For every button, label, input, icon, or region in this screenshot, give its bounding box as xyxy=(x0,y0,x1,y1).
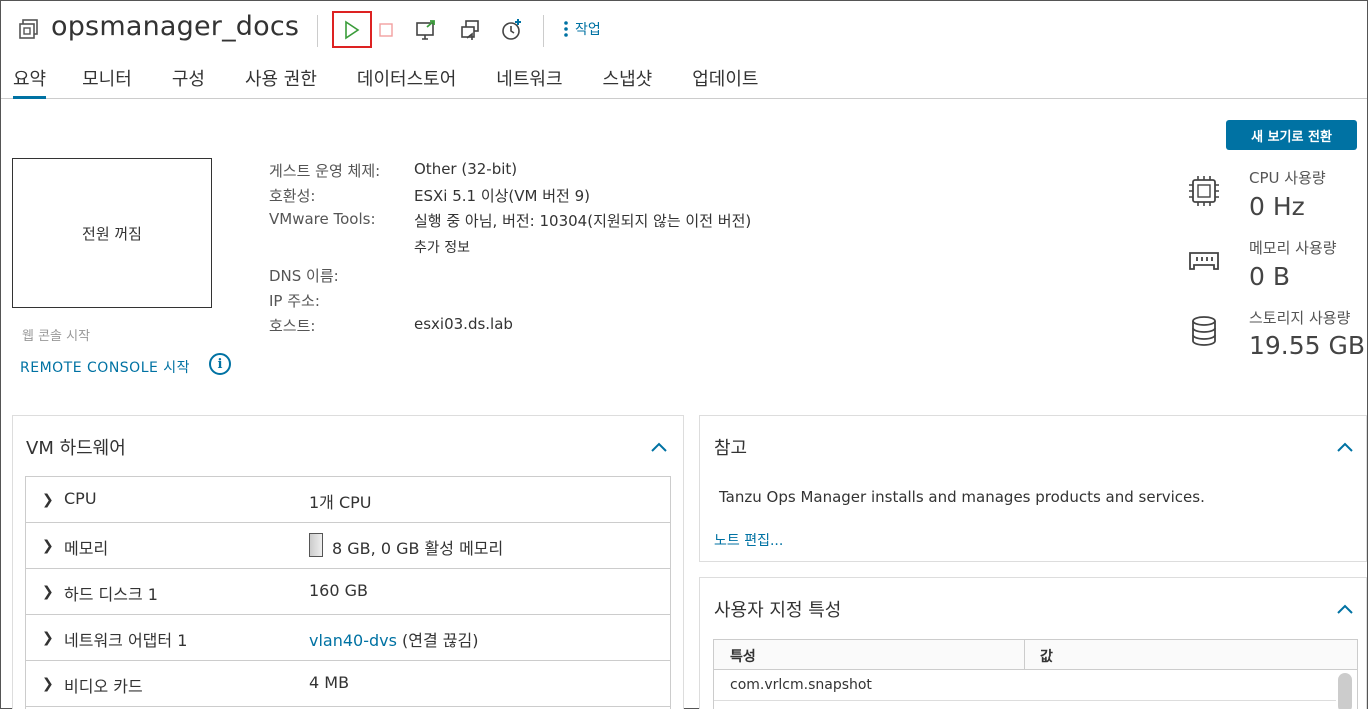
chevron-right-icon: ❯ xyxy=(42,676,54,692)
chevron-up-icon[interactable] xyxy=(1337,442,1353,452)
vm-hardware-title: VM 하드웨어 xyxy=(26,438,126,459)
actions-label: 작업 xyxy=(575,22,601,38)
tools-label: VMware Tools: xyxy=(269,210,376,228)
chevron-right-icon: ❯ xyxy=(42,630,54,646)
migrate-button[interactable] xyxy=(453,13,487,47)
memory-bar-icon xyxy=(309,533,323,557)
vm-icon xyxy=(19,19,38,39)
hardware-name: 네트워크 어댑터 1 xyxy=(64,631,188,650)
toolbar-divider xyxy=(543,15,544,47)
hardware-value: vlan40-dvs (연결 끊김) xyxy=(309,627,479,651)
migrate-icon xyxy=(461,20,479,40)
actions-menu[interactable]: 작업 xyxy=(563,19,601,39)
hardware-value: 4 MB xyxy=(309,673,350,692)
tab-updates[interactable]: 업데이트 xyxy=(692,63,758,99)
memory-usage-value: 0 B xyxy=(1249,262,1291,291)
console-launch-icon xyxy=(416,20,435,40)
vm-header: opsmanager_docs 작업 요약 모니터 구성 사용 권한 데이터스토… xyxy=(1,1,1367,99)
host-label: 호스트: xyxy=(269,317,316,335)
attribute-name: com.vrlcm.snapshot xyxy=(730,677,872,693)
hardware-name: 비디오 카드 xyxy=(64,677,143,696)
guest-info: 게스트 운영 체제: Other (32-bit) 호환성: ESXi 5.1 … xyxy=(269,160,829,340)
stop-icon xyxy=(379,23,393,37)
snapshot-button[interactable] xyxy=(495,13,529,47)
notes-panel: 참고 Tanzu Ops Manager installs and manage… xyxy=(699,415,1367,562)
column-header-attribute[interactable]: 특성 xyxy=(730,646,756,666)
tab-configure[interactable]: 구성 xyxy=(172,63,205,99)
chevron-right-icon: ❯ xyxy=(42,492,54,508)
chevron-right-icon: ❯ xyxy=(42,538,54,554)
hardware-value: 160 GB xyxy=(309,581,368,600)
network-link[interactable]: vlan40-dvs xyxy=(309,631,397,650)
column-divider xyxy=(1024,640,1025,670)
chevron-up-icon[interactable] xyxy=(651,442,667,452)
chevron-up-icon[interactable] xyxy=(1337,604,1353,614)
scrollbar[interactable] xyxy=(1338,673,1352,709)
info-icon[interactable]: i xyxy=(209,353,231,375)
tools-value: 실행 중 아님, 버전: 10304(지원되지 않는 이전 버전) xyxy=(414,212,752,230)
tab-summary[interactable]: 요약 xyxy=(13,63,47,99)
hardware-row-video[interactable]: ❯ 비디오 카드 4 MB xyxy=(26,661,670,707)
hardware-row-network[interactable]: ❯ 네트워크 어댑터 1 vlan40-dvs (연결 끊김) xyxy=(26,615,670,661)
hardware-name: 메모리 xyxy=(64,539,109,558)
compat-value: ESXi 5.1 이상(VM 버전 9) xyxy=(414,187,591,205)
tab-datastores[interactable]: 데이터스토어 xyxy=(357,63,456,99)
custom-attributes-table: 특성 값 com.vrlcm.snapshot xyxy=(713,639,1358,709)
snapshot-icon xyxy=(502,19,521,40)
switch-new-view-button[interactable]: 새 보기로 전환 xyxy=(1226,120,1357,150)
column-header-value[interactable]: 값 xyxy=(1040,646,1053,666)
guest-os-value: Other (32-bit) xyxy=(414,160,518,178)
power-off-button[interactable] xyxy=(369,13,403,47)
tab-bar: 요약 모니터 구성 사용 권한 데이터스토어 네트워크 스냅샷 업데이트 xyxy=(13,63,798,99)
tab-snapshots[interactable]: 스냅샷 xyxy=(603,63,653,99)
chevron-right-icon: ❯ xyxy=(42,584,54,600)
custom-attributes-title: 사용자 지정 특성 xyxy=(714,600,842,621)
storage-icon xyxy=(1192,316,1216,346)
cpu-usage-value: 0 Hz xyxy=(1249,192,1305,221)
hardware-value: 8 GB, 0 GB 활성 메모리 xyxy=(332,539,504,558)
tab-networks[interactable]: 네트워크 xyxy=(496,63,562,99)
storage-usage-value: 19.55 GB xyxy=(1249,331,1366,360)
notes-text: Tanzu Ops Manager installs and manages p… xyxy=(719,488,1205,506)
hardware-name: CPU xyxy=(64,489,97,508)
memory-usage-label: 메모리 사용량 xyxy=(1249,239,1337,257)
network-status: (연결 끊김) xyxy=(396,631,479,650)
power-on-button[interactable] xyxy=(332,11,372,48)
table-header: 특성 값 xyxy=(714,640,1357,670)
cpu-usage-label: CPU 사용량 xyxy=(1249,169,1326,187)
more-vertical-icon xyxy=(564,21,568,37)
launch-console-button[interactable] xyxy=(409,13,443,47)
hardware-row-memory[interactable]: ❯ 메모리 8 GB, 0 GB 활성 메모리 xyxy=(26,523,670,569)
memory-icon xyxy=(1189,252,1219,270)
storage-usage-label: 스토리지 사용량 xyxy=(1249,309,1351,327)
play-icon xyxy=(345,20,360,39)
toolbar-divider xyxy=(317,15,318,47)
table-row[interactable]: com.vrlcm.snapshot xyxy=(714,671,1336,701)
tab-monitor[interactable]: 모니터 xyxy=(82,63,132,99)
power-state-label: 전원 꺼짐 xyxy=(82,224,142,243)
web-console-link: 웹 콘솔 시작 xyxy=(22,329,91,344)
remote-console-link[interactable]: REMOTE CONSOLE 시작 xyxy=(20,357,190,377)
notes-title: 참고 xyxy=(714,438,748,459)
dns-label: DNS 이름: xyxy=(269,267,339,285)
hardware-value: 1개 CPU xyxy=(309,493,372,512)
cpu-icon xyxy=(1189,176,1219,206)
hardware-row-cpu[interactable]: ❯ CPU 1개 CPU xyxy=(26,477,670,523)
console-thumbnail[interactable]: 전원 꺼짐 xyxy=(12,158,212,308)
hardware-row-disk[interactable]: ❯ 하드 디스크 1 160 GB xyxy=(26,569,670,615)
edit-notes-link[interactable]: 노트 편집... xyxy=(714,530,783,550)
hardware-table: ❯ CPU 1개 CPU ❯ 메모리 8 GB, 0 GB 활성 메모리 ❯ 하… xyxy=(25,476,671,709)
page-title: opsmanager_docs xyxy=(51,11,300,42)
compat-label: 호환성: xyxy=(269,187,316,205)
hardware-name: 하드 디스크 1 xyxy=(64,585,158,604)
ip-label: IP 주소: xyxy=(269,292,320,310)
more-info-link[interactable]: 추가 정보 xyxy=(414,237,470,257)
tab-permissions[interactable]: 사용 권한 xyxy=(245,63,317,99)
guest-os-label: 게스트 운영 체제: xyxy=(269,162,381,180)
host-value: esxi03.ds.lab xyxy=(414,315,513,333)
